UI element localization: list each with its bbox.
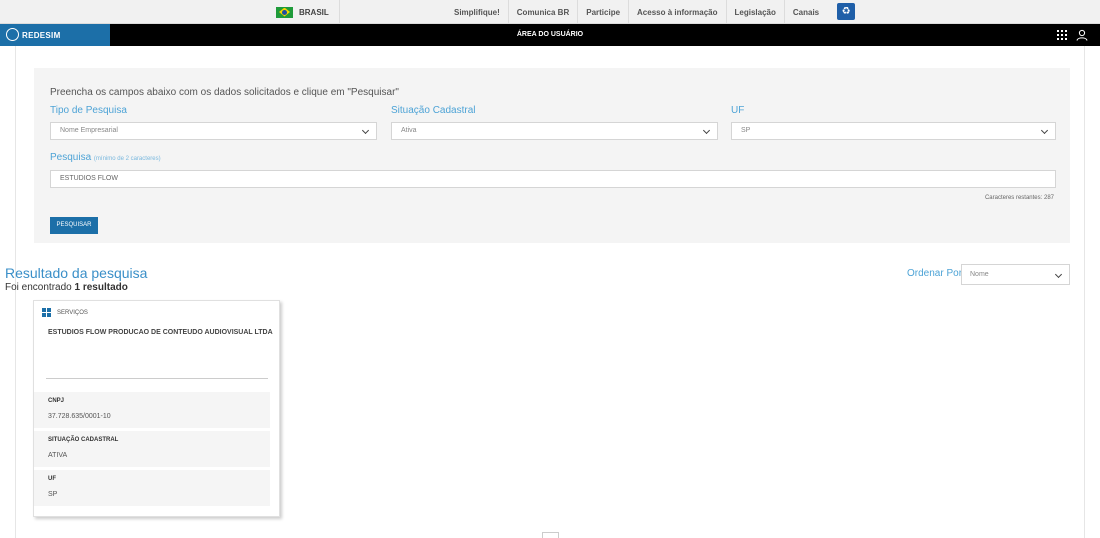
order-by-select[interactable]: Nome (961, 264, 1070, 285)
results-count-prefix: Foi encontrado (5, 282, 75, 293)
apps-grid-icon[interactable] (1057, 30, 1067, 40)
company-name[interactable]: ESTUDIOS FLOW PRODUCAO DE CONTEUDO AUDIO… (48, 329, 273, 336)
search-instructions: Preencha os campos abaixo com os dados s… (50, 87, 399, 98)
result-card[interactable]: SERVIÇOS ESTUDIOS FLOW PRODUCAO DE CONTE… (33, 300, 280, 517)
user-icon[interactable] (1076, 29, 1088, 41)
field-value: SP (48, 491, 58, 498)
situacao-cadastral-value: Ativa (401, 127, 417, 134)
gov-links: Simplifique! Comunica BR Participe Acess… (446, 0, 856, 24)
field-uf: UF SP (34, 470, 270, 506)
order-by-label: Ordenar Por (907, 268, 963, 279)
tipo-pesquisa-value: Nome Empresarial (60, 127, 118, 134)
gov-brasil-label: BRASIL (299, 7, 329, 17)
chevron-down-icon (702, 126, 711, 135)
gov-link-comunica[interactable]: Comunica BR (507, 0, 577, 24)
situacao-cadastral-select[interactable]: Ativa (391, 122, 718, 140)
field-label: UF (48, 476, 56, 482)
app-header: ÁREA DO USUÁRIO REDESIM (0, 24, 1100, 46)
tipo-pesquisa-select[interactable]: Nome Empresarial (50, 122, 377, 140)
field-situacao: SITUAÇÃO CADASTRAL ATIVA (34, 431, 270, 467)
uf-select[interactable]: SP (731, 122, 1056, 140)
field-value: 37.728.635/0001-10 (48, 413, 111, 420)
chevron-down-icon (1054, 270, 1063, 279)
redesim-logo[interactable]: REDESIM (0, 24, 110, 46)
results-count-number: 1 resultado (74, 282, 128, 293)
pesquisa-input[interactable]: ESTUDIOS FLOW (50, 170, 1056, 188)
gov-link-participe[interactable]: Participe (577, 0, 628, 24)
pesquisa-label-text: Pesquisa (50, 152, 92, 163)
gov-link-legislacao[interactable]: Legislação (725, 0, 784, 24)
chevron-down-icon (361, 126, 370, 135)
card-divider (46, 378, 268, 379)
field-label: CNPJ (48, 398, 65, 404)
globe-icon (6, 28, 19, 41)
logo-text: REDESIM (22, 30, 61, 40)
accessibility-icon[interactable]: ♻ (837, 3, 856, 20)
results-title: Resultado da pesquisa (5, 265, 148, 281)
chevron-down-icon (1040, 126, 1049, 135)
order-by-value: Nome (970, 271, 989, 278)
pesquisar-button[interactable]: PESQUISAR (50, 217, 98, 234)
gov-top-bar: BRASIL Simplifique! Comunica BR Particip… (0, 0, 1100, 24)
gov-brasil-link[interactable]: BRASIL (270, 0, 340, 24)
gov-link-canais[interactable]: Canais (783, 0, 827, 24)
header-title: ÁREA DO USUÁRIO (516, 31, 584, 38)
situacao-cadastral-label: Situação Cadastral (391, 105, 476, 116)
uf-value: SP (741, 127, 751, 134)
search-panel: Preencha os campos abaixo com os dados s… (34, 68, 1070, 243)
tipo-pesquisa-label: Tipo de Pesquisa (50, 105, 127, 116)
uf-label: UF (731, 105, 745, 116)
results-count: Foi encontrado 1 resultado (5, 282, 128, 293)
field-value: ATIVA (48, 452, 68, 459)
brazil-flag-icon (276, 6, 293, 18)
field-label: SITUAÇÃO CADASTRAL (48, 437, 119, 443)
pesquisa-label: Pesquisa (mínimo de 2 caracteres) (50, 152, 161, 163)
gov-link-simplifique[interactable]: Simplifique! (446, 0, 508, 24)
category-grid-icon (42, 308, 51, 317)
gov-link-acesso[interactable]: Acesso à informação (628, 0, 725, 24)
field-cnpj: CNPJ 37.728.635/0001-10 (34, 392, 270, 428)
pagination-button[interactable] (542, 532, 559, 538)
category-label: SERVIÇOS (57, 309, 88, 316)
chars-remaining: Caracteres restantes: 287 (984, 195, 1054, 201)
card-category: SERVIÇOS (42, 308, 88, 317)
pesquisa-hint: (mínimo de 2 caracteres) (93, 156, 161, 162)
